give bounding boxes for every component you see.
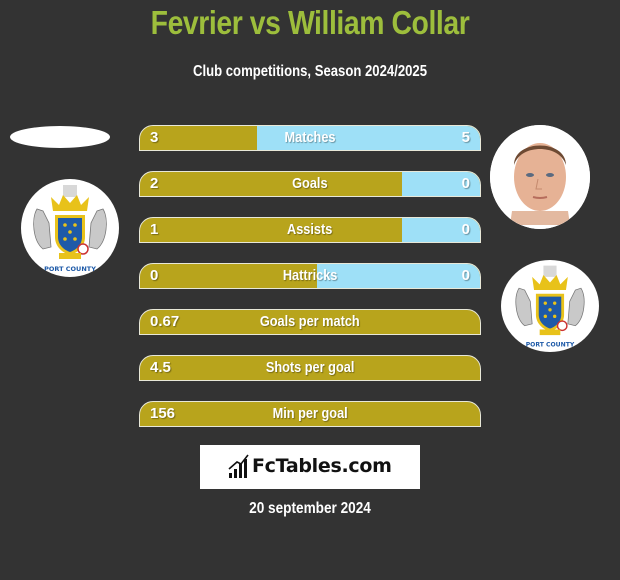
stat-label: Matches (140, 126, 480, 150)
svg-text:PORT COUNTY: PORT COUNTY (44, 265, 96, 273)
stat-label-text: Goals per match (260, 313, 360, 330)
stat-label: Hattricks (140, 264, 480, 288)
stat-label-text: Matches (284, 129, 336, 146)
stat-label-text: Goals (292, 175, 328, 192)
right-club-badge: PORT COUNTY (501, 260, 599, 352)
stat-row: 4.5 Shots per goal (139, 355, 481, 381)
bar-chart-icon (228, 454, 249, 478)
stat-label: Goals (140, 172, 480, 196)
stat-label: Min per goal (140, 402, 480, 426)
brand-text: FcTables.com (252, 455, 392, 477)
page-subtitle: Club competitions, Season 2024/2025 (192, 63, 428, 80)
left-club-badge: PORT COUNTY (21, 179, 119, 277)
fctables-logo[interactable]: FcTables.com (200, 445, 420, 489)
stat-label-text: Min per goal (272, 405, 348, 422)
stat-row: 0.67 Goals per match (139, 309, 481, 335)
stat-label: Shots per goal (140, 356, 480, 380)
stat-label: Goals per match (140, 310, 480, 334)
date-label: 20 september 2024 (249, 500, 371, 517)
stockport-crest-icon: PORT COUNTY (33, 185, 107, 273)
stockport-crest-icon: PORT COUNTY (515, 265, 585, 348)
stat-label: Assists (140, 218, 480, 242)
right-value: 0 (461, 267, 470, 284)
stat-label-text: Hattricks (282, 267, 338, 284)
left-player-logo-placeholder (10, 126, 110, 148)
stat-row: 3 Matches 5 (139, 125, 481, 151)
player-face-icon (490, 125, 590, 229)
stat-row: 156 Min per goal (139, 401, 481, 427)
right-value: 0 (461, 175, 470, 192)
stat-row: 1 Assists 0 (139, 217, 481, 243)
right-value: 0 (461, 221, 470, 238)
stat-label-text: Shots per goal (265, 359, 355, 376)
stat-row: 2 Goals 0 (139, 171, 481, 197)
page-title: Fevrier vs William Collar (150, 4, 470, 41)
right-player-photo (490, 125, 590, 229)
right-value: 5 (461, 129, 470, 146)
svg-text:PORT COUNTY: PORT COUNTY (526, 341, 575, 348)
stat-row: 0 Hattricks 0 (139, 263, 481, 289)
stat-label-text: Assists (287, 221, 333, 238)
